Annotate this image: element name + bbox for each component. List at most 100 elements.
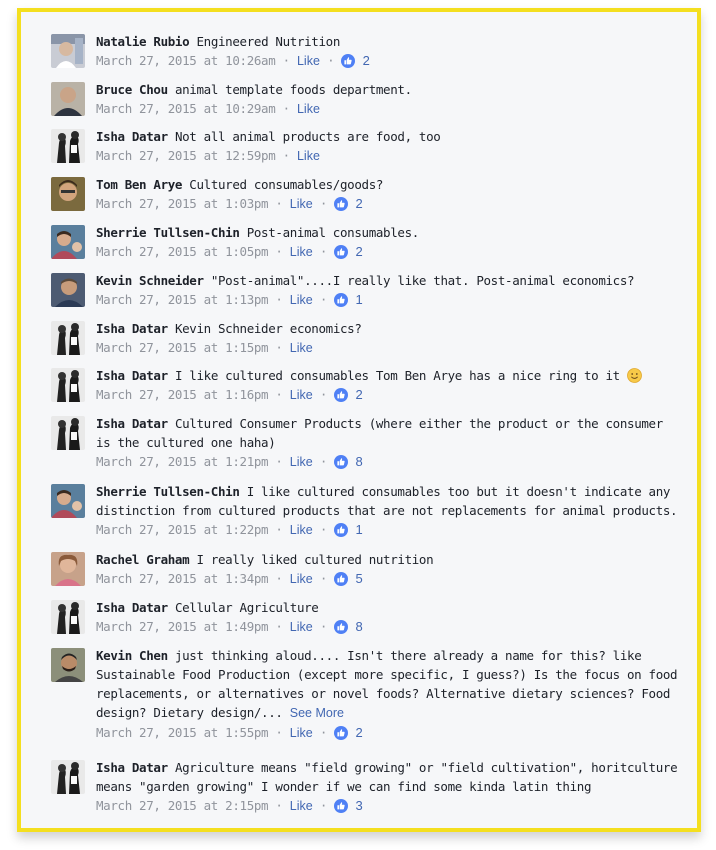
- comment-body: Isha Datar I like cultured consumables T…: [96, 366, 683, 405]
- like-button[interactable]: Like: [290, 293, 313, 307]
- comment-author[interactable]: Isha Datar: [96, 600, 168, 615]
- comment-author[interactable]: Isha Datar: [96, 368, 168, 383]
- comment-timestamp[interactable]: March 27, 2015 at 1:49pm: [96, 619, 269, 634]
- avatar[interactable]: [51, 552, 85, 586]
- comment-text: Cultured Consumer Products (where either…: [96, 416, 663, 450]
- like-button[interactable]: Like: [297, 102, 320, 116]
- smiley-emoji-icon: [627, 368, 642, 383]
- like-button[interactable]: Like: [290, 620, 313, 634]
- separator-dot: ·: [275, 244, 283, 259]
- separator-dot: ·: [319, 725, 328, 740]
- separator-dot: ·: [282, 53, 291, 68]
- avatar[interactable]: [51, 760, 85, 794]
- comment-timestamp[interactable]: March 27, 2015 at 2:15pm: [96, 798, 269, 813]
- comment-author[interactable]: Isha Datar: [96, 760, 168, 775]
- comment-timestamp[interactable]: March 27, 2015 at 1:21pm: [96, 454, 269, 469]
- reaction-count[interactable]: 2: [355, 244, 362, 259]
- reaction-count[interactable]: 8: [355, 454, 362, 469]
- avatar[interactable]: [51, 177, 85, 211]
- separator-dot: ·: [319, 292, 328, 307]
- comment-meta: March 27, 2015 at 1:55pm · Like · 2: [96, 723, 683, 743]
- avatar[interactable]: [51, 225, 85, 259]
- separator-dot: ·: [275, 571, 283, 586]
- comment-timestamp[interactable]: March 27, 2015 at 1:13pm: [96, 292, 269, 307]
- comment-author[interactable]: Sherrie Tullsen-Chin: [96, 484, 240, 499]
- comment-author[interactable]: Sherrie Tullsen-Chin: [96, 225, 240, 240]
- comment-timestamp[interactable]: March 27, 2015 at 1:34pm: [96, 571, 269, 586]
- comment-author[interactable]: Natalie Rubio: [96, 34, 190, 49]
- comment-author[interactable]: Rachel Graham: [96, 552, 190, 567]
- like-button[interactable]: Like: [290, 245, 313, 259]
- thumbs-up-icon: [341, 54, 356, 68]
- thumbs-up-icon: [334, 455, 349, 469]
- comment-timestamp[interactable]: March 27, 2015 at 1:16pm: [96, 387, 269, 402]
- comment-author[interactable]: Kevin Schneider: [96, 273, 204, 288]
- like-button[interactable]: Like: [297, 149, 320, 163]
- comment-meta: March 27, 2015 at 1:34pm · Like · 5: [96, 569, 683, 589]
- avatar[interactable]: [51, 368, 85, 402]
- like-button[interactable]: Like: [290, 799, 313, 813]
- avatar[interactable]: [51, 82, 85, 116]
- comment-text: animal template foods department.: [174, 82, 412, 97]
- comment-timestamp[interactable]: March 27, 2015 at 1:03pm: [96, 196, 269, 211]
- reaction-count[interactable]: 2: [355, 725, 362, 740]
- comment-body: Isha Datar Cultured Consumer Products (w…: [96, 414, 683, 472]
- like-button[interactable]: Like: [290, 197, 313, 211]
- like-button[interactable]: Like: [290, 341, 313, 355]
- reaction-count[interactable]: 3: [355, 798, 362, 813]
- comment-timestamp[interactable]: March 27, 2015 at 1:22pm: [96, 522, 269, 537]
- comment-timestamp[interactable]: March 27, 2015 at 10:29am: [96, 101, 276, 116]
- reaction-count[interactable]: 5: [355, 571, 362, 586]
- comment-author[interactable]: Bruce Chou: [96, 82, 168, 97]
- comment-timestamp[interactable]: March 27, 2015 at 10:26am: [96, 53, 276, 68]
- like-button[interactable]: Like: [290, 726, 313, 740]
- comment-meta: March 27, 2015 at 1:03pm · Like · 2: [96, 194, 683, 214]
- avatar[interactable]: [51, 648, 85, 682]
- like-button[interactable]: Like: [290, 572, 313, 586]
- comment-body: Isha Datar Agriculture means "field grow…: [96, 758, 683, 816]
- like-button[interactable]: Like: [297, 54, 320, 68]
- comment-author[interactable]: Isha Datar: [96, 416, 168, 431]
- comment-body: Sherrie Tullsen-Chin Post-animal consuma…: [96, 223, 683, 262]
- comment-timestamp[interactable]: March 27, 2015 at 1:05pm: [96, 244, 269, 259]
- avatar[interactable]: [51, 273, 85, 307]
- avatar[interactable]: [51, 34, 85, 68]
- separator-dot: ·: [275, 387, 283, 402]
- comment-meta: March 27, 2015 at 1:49pm · Like · 8: [96, 617, 683, 637]
- thumbs-up-icon: [334, 726, 349, 740]
- comment-timestamp[interactable]: March 27, 2015 at 1:55pm: [96, 725, 269, 740]
- avatar[interactable]: [51, 484, 85, 518]
- comment-author[interactable]: Kevin Chen: [96, 648, 168, 663]
- comment-body: Isha Datar Cellular Agriculture March 27…: [96, 598, 683, 637]
- reaction-count[interactable]: 2: [363, 53, 370, 68]
- reaction-count[interactable]: 2: [355, 387, 362, 402]
- thumbs-up-icon: [334, 388, 349, 402]
- like-button[interactable]: Like: [290, 523, 313, 537]
- thumbs-up-icon: [334, 245, 349, 259]
- comment-body: Rachel Graham I really liked cultured nu…: [96, 550, 683, 589]
- comment-timestamp[interactable]: March 27, 2015 at 12:59pm: [96, 148, 276, 163]
- avatar[interactable]: [51, 600, 85, 634]
- thumbs-up-icon: [334, 523, 349, 537]
- comment-meta: March 27, 2015 at 10:29am · Like: [96, 99, 683, 119]
- comment-body: Kevin Schneider "Post-animal"....I reall…: [96, 271, 683, 310]
- see-more-link[interactable]: See More: [290, 706, 344, 720]
- comment-timestamp[interactable]: March 27, 2015 at 1:15pm: [96, 340, 269, 355]
- comment-author[interactable]: Isha Datar: [96, 129, 168, 144]
- comment-text: just thinking aloud.... Isn't there alre…: [96, 648, 678, 720]
- comment-author[interactable]: Isha Datar: [96, 321, 168, 336]
- avatar[interactable]: [51, 321, 85, 355]
- reaction-count[interactable]: 2: [355, 196, 362, 211]
- reaction-count[interactable]: 8: [355, 619, 362, 634]
- separator-dot: ·: [275, 619, 283, 634]
- comment-author[interactable]: Tom Ben Arye: [96, 177, 182, 192]
- like-button[interactable]: Like: [290, 388, 313, 402]
- separator-dot: ·: [319, 244, 328, 259]
- reaction-count[interactable]: 1: [355, 522, 362, 537]
- like-button[interactable]: Like: [290, 455, 313, 469]
- thumbs-up-icon: [334, 620, 349, 634]
- separator-dot: ·: [275, 522, 283, 537]
- avatar[interactable]: [51, 129, 85, 163]
- reaction-count[interactable]: 1: [355, 292, 362, 307]
- avatar[interactable]: [51, 416, 85, 450]
